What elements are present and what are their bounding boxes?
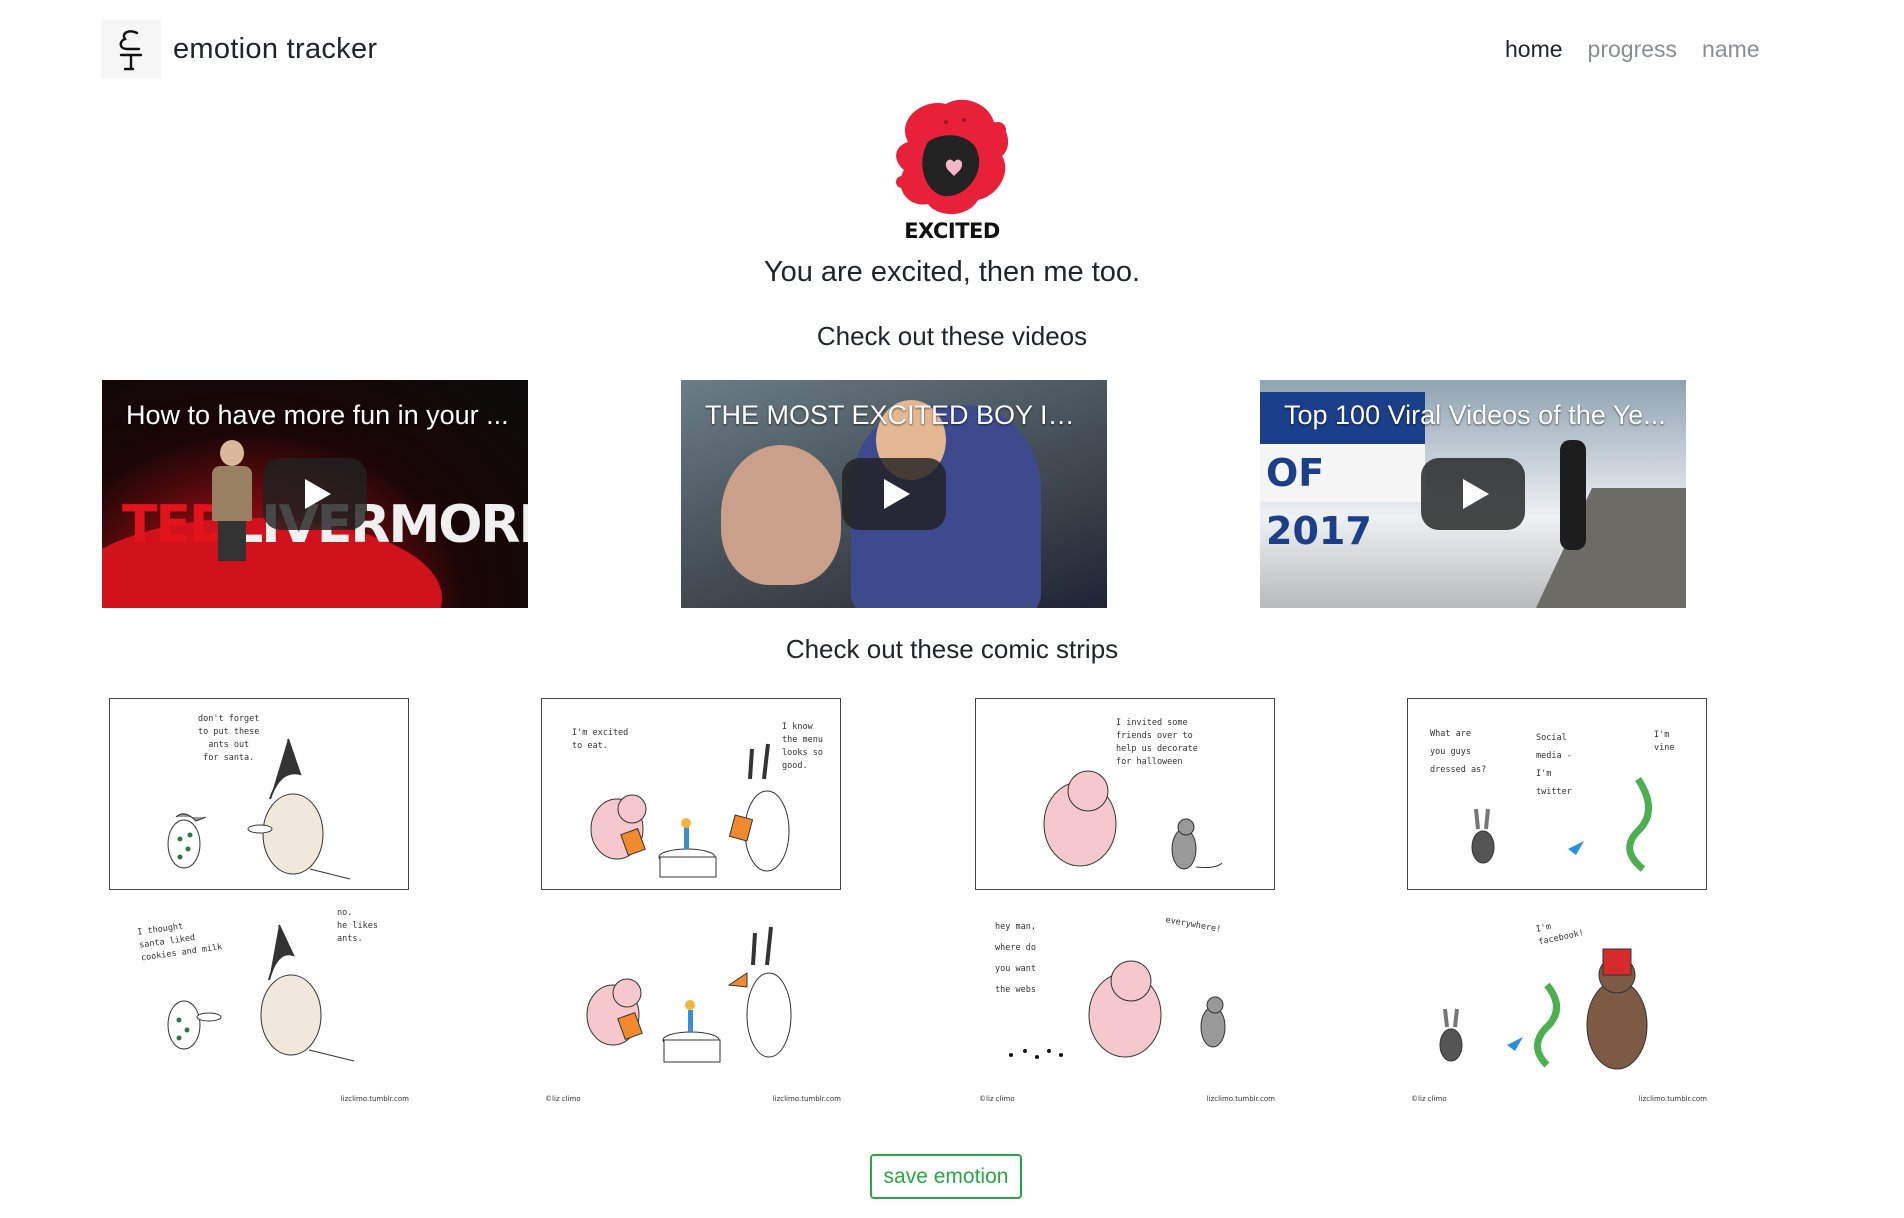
video-title[interactable]: THE MOST EXCITED BOY IN T... xyxy=(705,400,1089,431)
video-title[interactable]: How to have more fun in your ... xyxy=(126,400,510,431)
comic-strip[interactable]: What are you guys dressed as? Social med… xyxy=(1404,695,1719,1105)
road-image xyxy=(1536,488,1686,608)
person-image xyxy=(1560,440,1586,550)
nav-links: home progress name xyxy=(1505,36,1785,63)
comic-panel: ©liz climo lizclimo.tumblr.com xyxy=(541,905,841,1105)
comic-strip[interactable]: don't forget to put these ants out for s… xyxy=(106,695,421,1105)
comic-panel: I invited some friends over to help us d… xyxy=(975,698,1275,890)
videos-section-title: Check out these videos xyxy=(816,321,1088,351)
emotion-message: You are excited, then me too. xyxy=(763,256,1141,288)
navbar: emotion tracker home progress name xyxy=(0,0,1904,90)
comic-strip[interactable]: I'm excited to eat. I know the menu look… xyxy=(538,695,853,1105)
video-embed[interactable]: OF 2017 Top 100 Viral Videos of the Ye..… xyxy=(1260,380,1686,608)
nav-link-progress[interactable]: progress xyxy=(1588,36,1677,63)
save-emotion-button[interactable]: save emotion xyxy=(870,1154,1022,1199)
brand-logo-icon xyxy=(101,20,161,78)
video-embed[interactable]: TEDLIVERMORE How to have more fun in you… xyxy=(102,380,528,608)
play-icon[interactable] xyxy=(263,458,367,530)
video-embed[interactable]: THE MOST EXCITED BOY IN T... xyxy=(681,380,1107,608)
comic-panel: hey man, where do you want the webs ever… xyxy=(975,905,1275,1105)
comic-strip[interactable]: I invited some friends over to help us d… xyxy=(972,695,1287,1105)
brand-link[interactable]: emotion tracker xyxy=(101,20,377,78)
nav-link-name[interactable]: name xyxy=(1702,36,1760,63)
excited-mascot-icon xyxy=(896,99,1009,215)
emotion-label: EXCITED xyxy=(904,219,1000,243)
comics-section-title: Check out these comic strips xyxy=(785,634,1119,664)
brand-name: emotion tracker xyxy=(173,32,378,65)
comic-panel: I'm excited to eat. I know the menu look… xyxy=(541,698,841,890)
video-title[interactable]: Top 100 Viral Videos of the Ye... xyxy=(1284,400,1668,431)
nav-link-home[interactable]: home xyxy=(1505,36,1563,63)
play-icon[interactable] xyxy=(1421,458,1525,530)
play-icon[interactable] xyxy=(842,458,946,530)
emotion-header: EXCITED You are excited, then me too. xyxy=(0,98,1904,290)
pig-and-goat-illustration xyxy=(586,926,792,1063)
comic-panel: don't forget to put these ants out for s… xyxy=(109,698,409,890)
comic-panel: What are you guys dressed as? Social med… xyxy=(1407,698,1707,890)
woman-image xyxy=(721,445,841,585)
comic-panel: I'm facebook! ©liz climo lizclimo.tumblr… xyxy=(1407,905,1707,1105)
comic-panel: I thought santa liked cookies and milk n… xyxy=(109,905,409,1105)
speaker-image xyxy=(212,440,252,561)
